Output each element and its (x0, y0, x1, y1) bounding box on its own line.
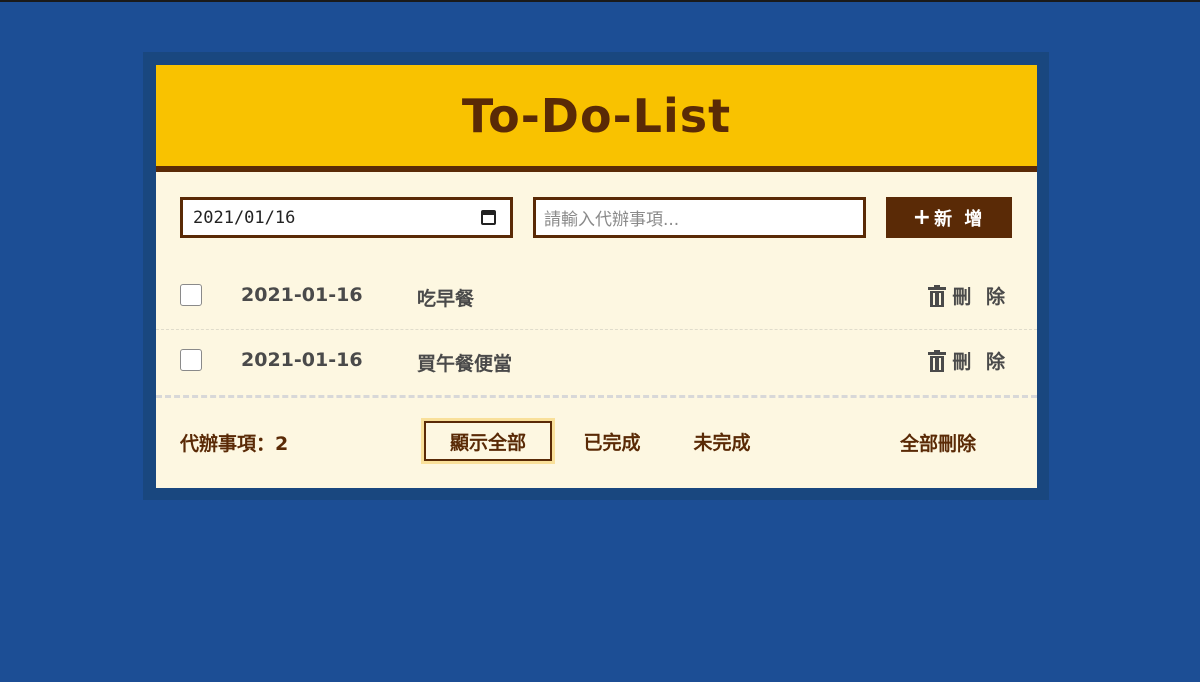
todo-date: 2021-01-16 (241, 349, 363, 371)
todo-date: 2021-01-16 (241, 284, 363, 306)
todo-text: 買午餐便當 (417, 353, 513, 375)
filter-undone-button[interactable]: 未完成 (676, 421, 768, 461)
date-value: 2021/01/16 (193, 207, 296, 228)
list-divider (156, 395, 1037, 398)
window-top-border (0, 0, 1200, 2)
page-title: To-Do-List (461, 88, 732, 143)
todo-card: To-Do-List 2021/01/16 請輸入代辦事項... + 新 增 2… (156, 65, 1037, 488)
todo-checkbox[interactable] (180, 284, 202, 306)
todo-row: 2021-01-16 買午餐便當 刪 除 (156, 329, 1037, 394)
clear-all-button[interactable]: 全部刪除 (900, 429, 976, 456)
header: To-Do-List (156, 65, 1037, 172)
delete-button-label: 刪 除 (952, 286, 1009, 308)
delete-button-label: 刪 除 (952, 351, 1009, 373)
todo-input-placeholder: 請輸入代辦事項... (544, 210, 680, 230)
app-frame: To-Do-List 2021/01/16 請輸入代辦事項... + 新 增 2… (143, 52, 1049, 500)
calendar-icon[interactable] (481, 210, 496, 225)
trash-icon (928, 349, 947, 372)
add-button[interactable]: + 新 增 (886, 197, 1012, 238)
delete-button[interactable]: 刪 除 (928, 282, 1009, 309)
filter-all-button[interactable]: 顯示全部 (421, 418, 555, 464)
add-button-label: 新 增 (934, 208, 986, 230)
delete-button[interactable]: 刪 除 (928, 347, 1009, 374)
todo-text: 吃早餐 (417, 288, 475, 310)
todo-input[interactable]: 請輸入代辦事項... (533, 197, 866, 238)
date-input[interactable]: 2021/01/16 (180, 197, 513, 238)
todo-row: 2021-01-16 吃早餐 刪 除 (156, 264, 1037, 330)
filter-done-button[interactable]: 已完成 (566, 421, 658, 461)
todo-count: 代辦事項：2 (180, 433, 289, 455)
plus-icon: + (912, 205, 932, 230)
trash-icon (928, 284, 947, 307)
todo-checkbox[interactable] (180, 349, 202, 371)
